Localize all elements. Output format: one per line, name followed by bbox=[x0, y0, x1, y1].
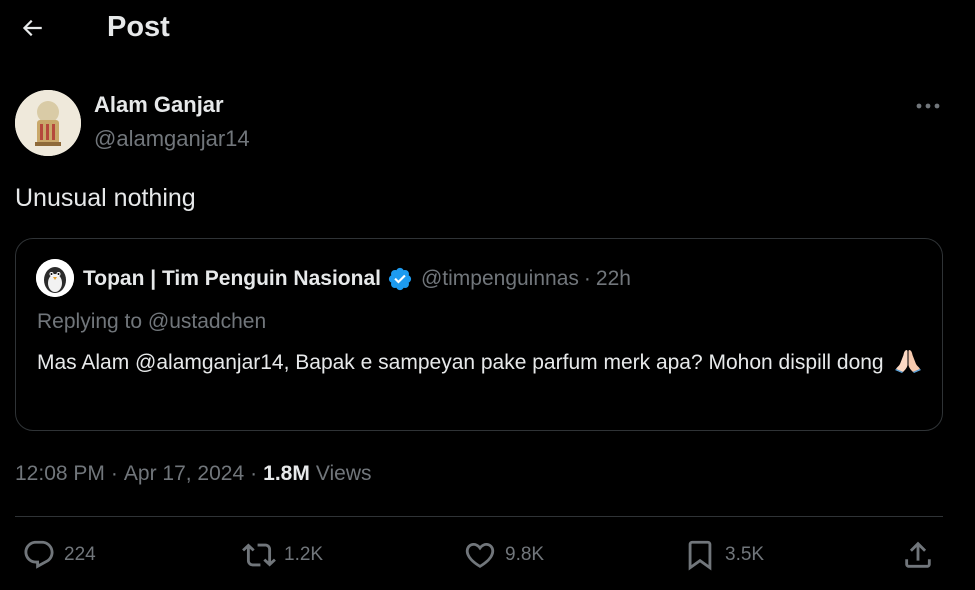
like-count: 9.8K bbox=[505, 544, 545, 565]
share-button[interactable] bbox=[901, 538, 935, 572]
quoted-header: Topan | Tim Penguin Nasional @timpenguin… bbox=[83, 265, 631, 293]
repost-button[interactable]: 1.2K bbox=[242, 538, 323, 572]
repost-count: 1.2K bbox=[284, 544, 324, 565]
avatar-image-icon bbox=[15, 90, 81, 156]
post-meta: 12:08 PM · Apr 17, 2024 · 1.8M Views bbox=[15, 460, 371, 488]
separator-dot: · bbox=[583, 267, 591, 290]
verified-badge-icon bbox=[387, 266, 413, 292]
post-time[interactable]: 12:08 PM bbox=[15, 462, 105, 486]
divider bbox=[15, 516, 943, 517]
back-arrow-icon bbox=[22, 19, 42, 37]
post-page: Post Alam Ganjar @alamganjar14 Unusual n… bbox=[0, 0, 975, 590]
more-dots-icon bbox=[916, 103, 940, 109]
share-icon bbox=[905, 541, 931, 568]
bookmark-count: 3.5K bbox=[725, 544, 765, 565]
quoted-author-name[interactable]: Topan | Tim Penguin Nasional bbox=[83, 267, 381, 291]
back-button[interactable] bbox=[14, 10, 50, 46]
views-label[interactable]: Views bbox=[316, 462, 372, 486]
bookmark-button[interactable]: 3.5K bbox=[683, 538, 764, 572]
meta-separator: · bbox=[110, 462, 118, 485]
author-avatar[interactable] bbox=[15, 90, 81, 156]
quoted-author-handle[interactable]: @timpenguinnas bbox=[421, 267, 579, 291]
reply-count: 224 bbox=[64, 544, 96, 565]
replying-to-label: Replying to @ustadchen bbox=[37, 310, 267, 333]
meta-separator-2: · bbox=[250, 462, 258, 485]
page-title: Post bbox=[107, 11, 170, 43]
quoted-avatar[interactable] bbox=[36, 259, 74, 297]
author-name[interactable]: Alam Ganjar bbox=[94, 92, 224, 118]
header: Post bbox=[0, 0, 975, 56]
post-date[interactable]: Apr 17, 2024 bbox=[124, 462, 244, 486]
post-text: Unusual nothing bbox=[15, 184, 196, 212]
more-options-button[interactable] bbox=[912, 94, 944, 118]
quoted-post[interactable]: Topan | Tim Penguin Nasional @timpenguin… bbox=[15, 238, 943, 431]
like-button[interactable]: 9.8K bbox=[463, 538, 544, 572]
repost-icon bbox=[242, 543, 276, 567]
heart-icon bbox=[465, 542, 495, 568]
quoted-body-text: Mas Alam @alamganjar14, Bapak e sampeyan… bbox=[37, 351, 884, 374]
author-handle[interactable]: @alamganjar14 bbox=[94, 126, 250, 152]
reply-button[interactable]: 224 bbox=[22, 538, 96, 572]
bookmark-icon bbox=[688, 540, 712, 571]
quoted-body: Mas Alam @alamganjar14, Bapak e sampeyan… bbox=[37, 347, 927, 379]
folded-hands-icon bbox=[893, 347, 923, 373]
views-count: 1.8M bbox=[263, 462, 310, 485]
reply-icon bbox=[24, 540, 54, 569]
quoted-timestamp[interactable]: 22h bbox=[596, 267, 631, 291]
penguin-avatar-icon bbox=[36, 259, 74, 297]
